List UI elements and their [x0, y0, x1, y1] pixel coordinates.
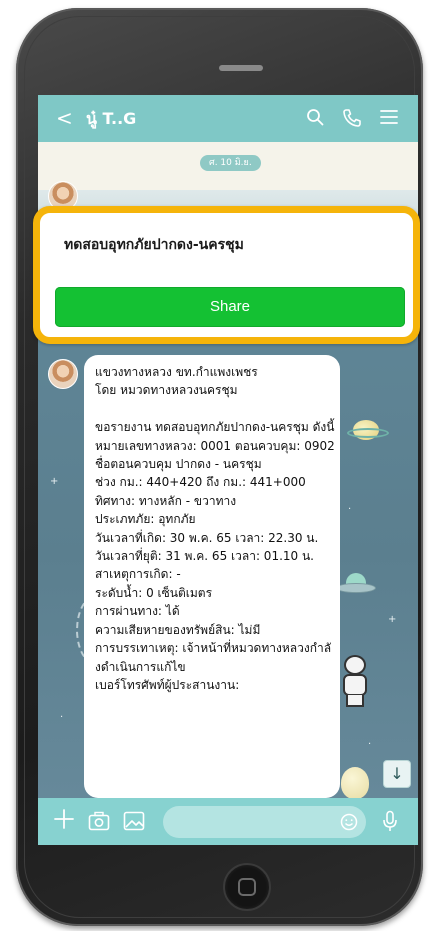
call-icon[interactable] [342, 108, 362, 128]
star-decoration: · [368, 739, 372, 750]
astronaut-decoration [338, 655, 372, 707]
share-button[interactable]: Share [55, 287, 405, 327]
astronaut-body [343, 674, 367, 696]
date-strip: ศ. 10 มิ.ย. [38, 142, 418, 190]
message-input[interactable] [163, 806, 366, 838]
ufo-decoration [336, 573, 376, 595]
scroll-down-button[interactable]: ↓ [383, 760, 411, 788]
back-icon[interactable]: < [56, 106, 73, 130]
chat-name[interactable]: นู๋ T..G [86, 108, 136, 130]
speaker-grille [219, 65, 263, 71]
star-decoration: + [50, 476, 59, 487]
astronaut-head [344, 655, 366, 675]
astronaut-legs [346, 695, 364, 707]
home-button-icon [238, 878, 256, 896]
image-icon[interactable] [123, 811, 145, 831]
message-bubble[interactable]: แขวงทางหลวง ขท.กำแพงเพชร โดย หมวดทางหลวง… [84, 355, 340, 798]
date-badge: ศ. 10 มิ.ย. [200, 155, 261, 171]
ufo-base [336, 583, 376, 593]
egg-decoration [341, 767, 369, 799]
search-icon[interactable] [306, 108, 324, 126]
star-decoration: · [60, 712, 64, 723]
emoji-icon[interactable] [340, 813, 358, 831]
home-button[interactable] [223, 863, 271, 911]
menu-icon[interactable] [380, 109, 398, 125]
star-decoration: + [388, 614, 397, 625]
share-card-title: ทดสอบอุทกภัยปากดง-นครชุม [64, 237, 244, 253]
message-text: แขวงทางหลวง ขท.กำแพงเพชร โดย หมวดทางหลวง… [95, 365, 335, 692]
share-card: ทดสอบอุทกภัยปากดง-นครชุม Share [33, 206, 420, 344]
chat-header: < นู๋ T..G [38, 95, 418, 142]
camera-icon[interactable] [88, 811, 110, 831]
mic-icon[interactable] [382, 810, 398, 832]
plus-icon[interactable] [53, 808, 75, 830]
planet-decoration [347, 420, 389, 440]
input-bar [38, 798, 418, 845]
arrow-down-icon: ↓ [390, 764, 404, 783]
star-decoration: · [348, 504, 352, 515]
avatar[interactable] [48, 359, 78, 389]
